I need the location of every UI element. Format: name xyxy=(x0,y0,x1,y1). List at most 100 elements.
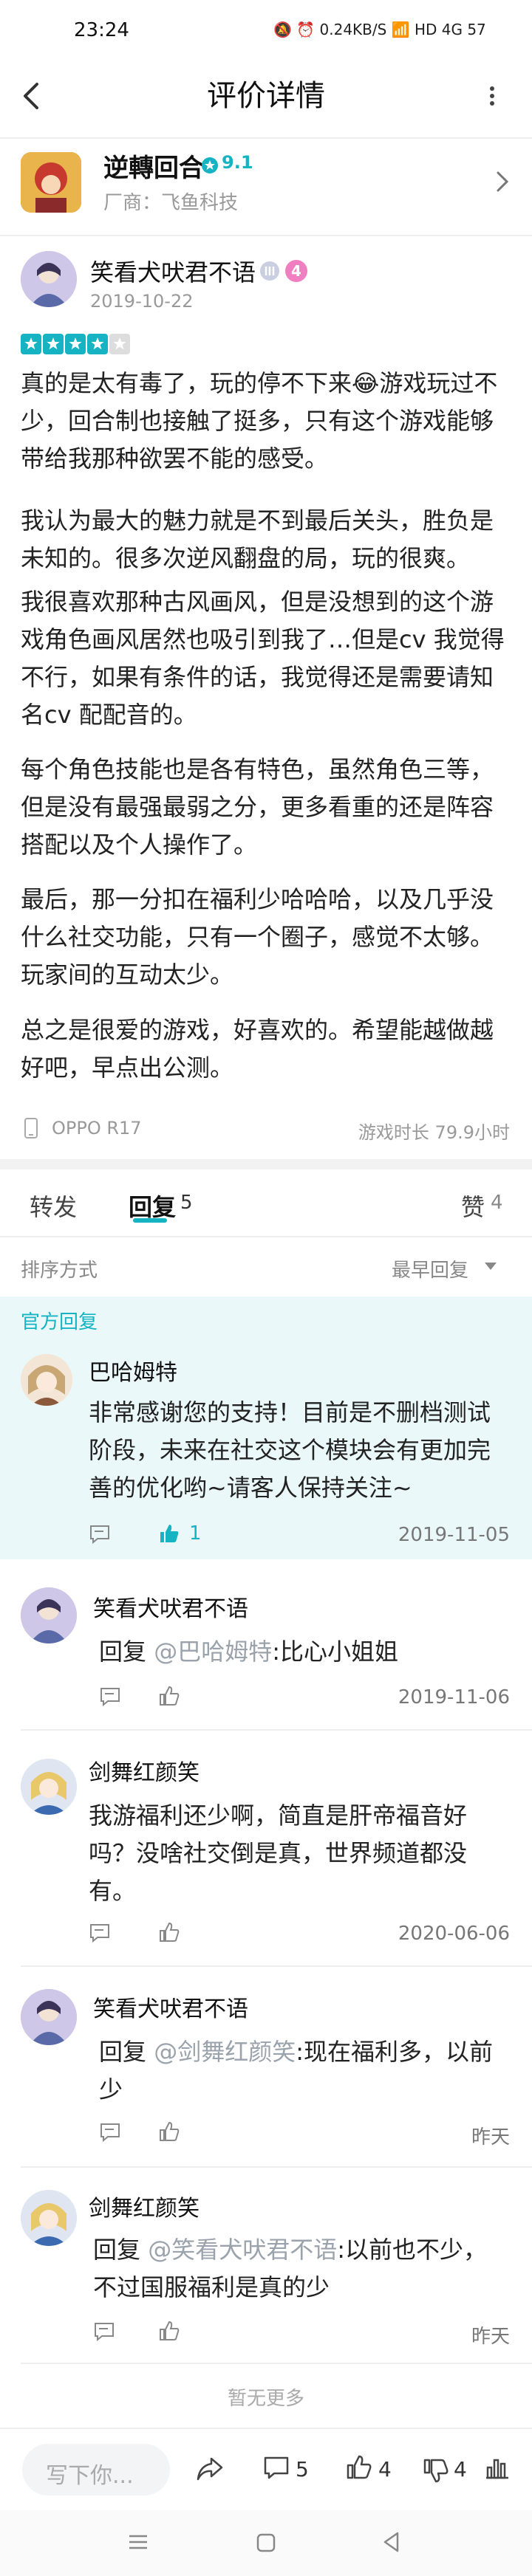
review-paragraph: 每个角色技能也是各有特色，虽然角色三等，但是没有最强最弱之分，更多看重的还是阵容… xyxy=(21,755,494,859)
thumbs-up-icon[interactable] xyxy=(158,2120,180,2143)
reply-text: 回复 @巴哈姆特:比心小姐姐 xyxy=(99,1633,510,1671)
official-reply-text: 非常感谢您的支持！目前是不删档测试阶段，未来在社交这个模块会有更加完善的优化哟~… xyxy=(89,1398,491,1502)
sort-select[interactable]: 最早回复 xyxy=(392,1255,468,1282)
no-more-text: 暂无更多 xyxy=(227,2388,304,2410)
more-options-icon[interactable] xyxy=(477,80,507,112)
divider xyxy=(0,235,532,236)
device-name: OPPO R17 xyxy=(52,1118,142,1138)
game-icon[interactable] xyxy=(21,152,81,213)
reply-author-name[interactable]: 笑看犬吠君不语 xyxy=(93,1991,248,2023)
game-rating: 9.1 xyxy=(222,152,253,173)
star-filled-icon xyxy=(21,334,41,354)
page-title: 评价详情 xyxy=(207,79,325,113)
avatar[interactable] xyxy=(21,251,77,307)
game-developer: 厂商：飞鱼科技 xyxy=(103,192,239,214)
review-paragraph: 总之是很爱的游戏，好喜欢的。希望能越做越好吧，早点出公测。 xyxy=(21,1016,494,1082)
play-time: 游戏时长 79.9小时 xyxy=(358,1122,510,1143)
sort-label: 排序方式 xyxy=(21,1260,98,1282)
thumbs-up-icon[interactable] xyxy=(346,2454,372,2481)
game-name[interactable]: 逆轉回合 xyxy=(103,148,204,184)
avatar[interactable] xyxy=(21,1759,77,1815)
reply-prefix: 回复 xyxy=(93,2236,149,2264)
tab-bar xyxy=(0,1169,532,1237)
comment-icon[interactable] xyxy=(93,2321,115,2342)
menu-icon[interactable] xyxy=(127,2532,149,2552)
official-reply-label: 官方回复 xyxy=(21,1311,98,1333)
star-filled-icon xyxy=(87,334,108,354)
avatar[interactable] xyxy=(21,2190,77,2246)
reply-prefix: 回复 xyxy=(99,2038,154,2066)
section-divider xyxy=(0,1159,532,1169)
tab-like[interactable]: 赞 xyxy=(461,1189,485,1223)
review-paragraph: 最后，那一分扣在福利少哈哈哈，以及几乎没什么社交功能，只有一个圈子，感觉不太够。… xyxy=(21,885,494,989)
thumbs-down-icon[interactable] xyxy=(423,2457,449,2484)
status-bar: 23:24 🔕 ⏰ 0.24KB/S 📶 HD 4G 57 xyxy=(0,0,532,68)
active-tab-indicator xyxy=(133,1218,167,1223)
review-paragraph: 真的是太有毒了，玩的停不下来😂游戏玩过不少，回合制也接触了挺多，只有这个游戏能够… xyxy=(21,369,498,473)
star-filled-icon xyxy=(65,334,86,354)
like-count: 4 xyxy=(491,1192,503,1214)
share-icon[interactable] xyxy=(195,2456,225,2482)
chevron-right-icon[interactable] xyxy=(494,168,511,195)
official-reply-date: 2019-11-05 xyxy=(398,1524,510,1546)
reply-prefix: 回复 xyxy=(99,1638,154,1666)
comment-input-placeholder[interactable]: 写下你... xyxy=(46,2457,134,2490)
avatar[interactable] xyxy=(21,1587,77,1644)
reply-body: :比心小姐姐 xyxy=(272,1638,398,1666)
divider xyxy=(21,2166,532,2168)
reply-date: 昨天 xyxy=(471,2126,510,2149)
reply-mention[interactable]: @笑看犬吠君不语 xyxy=(148,2236,337,2264)
verified-badge-icon xyxy=(260,261,279,281)
divider xyxy=(21,2363,532,2364)
comment-icon[interactable] xyxy=(89,1923,111,1943)
review-author-name[interactable]: 笑看犬吠君不语 xyxy=(90,254,256,288)
reply-date: 2019-11-06 xyxy=(398,1686,510,1708)
comment-icon[interactable] xyxy=(89,1524,111,1545)
status-icons: 🔕 ⏰ 0.24KB/S 📶 HD 4G 57 xyxy=(273,21,486,38)
comment-icon[interactable] xyxy=(99,1686,121,1707)
reply-body: 我游福利还少啊，简直是肝帝福音好吗？没啥社交倒是真，世界频道都没有。 xyxy=(89,1802,468,1905)
reply-mention[interactable]: @巴哈姆特 xyxy=(154,1638,272,1666)
reply-text: 我游福利还少啊，简直是肝帝福音好吗？没啥社交倒是真，世界频道都没有。 xyxy=(89,1797,510,1910)
rating-badge-icon xyxy=(202,157,218,174)
divider xyxy=(21,1729,532,1731)
reply-author-name[interactable]: 剑舞红颜笑 xyxy=(89,2190,200,2222)
official-author-name[interactable]: 巴哈姆特 xyxy=(89,1354,177,1387)
thumbs-up-filled-icon[interactable] xyxy=(158,1522,180,1545)
dislike-count: 4 xyxy=(454,2457,467,2481)
level-badge: 4 xyxy=(285,260,307,282)
avatar[interactable] xyxy=(21,1354,72,1406)
reply-text: 回复 @笑看犬吠君不语:以前也不少，不过国服福利是真的少 xyxy=(93,2231,510,2307)
comment-icon[interactable] xyxy=(99,2122,121,2143)
reply-author-name[interactable]: 笑看犬吠君不语 xyxy=(93,1590,248,1623)
star-filled-icon xyxy=(43,334,64,354)
nav-back-icon[interactable] xyxy=(381,2531,402,2553)
review-date: 2019-10-22 xyxy=(90,291,194,312)
reply-date: 昨天 xyxy=(471,2326,510,2348)
reply-text: 回复 @剑舞红颜笑:现在福利多，以前少 xyxy=(99,2033,510,2109)
divider xyxy=(0,1236,532,1237)
official-like-count: 1 xyxy=(189,1522,202,1545)
thumbs-up-icon[interactable] xyxy=(158,2320,180,2342)
bar-chart-icon[interactable] xyxy=(483,2454,510,2481)
avatar[interactable] xyxy=(21,1989,77,2045)
phone-icon xyxy=(24,1118,38,1138)
reply-count: 5 xyxy=(180,1192,193,1214)
reply-date: 2020-06-06 xyxy=(398,1923,510,1945)
tab-repost[interactable]: 转发 xyxy=(30,1189,77,1223)
reply-author-name[interactable]: 剑舞红颜笑 xyxy=(89,1754,200,1787)
review-paragraph: 我很喜欢那种古风画风，但是没想到的这个游戏角色画风居然也吸引到我了…但是cv 我… xyxy=(21,588,505,729)
review-paragraph: 我认为最大的魅力就是不到最后关头，胜负是未知的。很多次逆风翻盘的局，玩的很爽。 xyxy=(21,506,494,572)
home-icon[interactable] xyxy=(256,2532,276,2553)
reply-mention[interactable]: @剑舞红颜笑 xyxy=(154,2038,296,2066)
like-count: 4 xyxy=(378,2457,392,2481)
star-empty-icon xyxy=(109,334,130,354)
divider xyxy=(21,1965,532,1967)
star-rating xyxy=(21,334,132,357)
thumbs-up-icon[interactable] xyxy=(158,1685,180,1707)
comment-count: 5 xyxy=(296,2457,309,2481)
status-time: 23:24 xyxy=(74,19,129,41)
caret-down-icon[interactable] xyxy=(483,1261,498,1271)
thumbs-up-icon[interactable] xyxy=(158,1921,180,1943)
comment-icon[interactable] xyxy=(263,2456,290,2481)
